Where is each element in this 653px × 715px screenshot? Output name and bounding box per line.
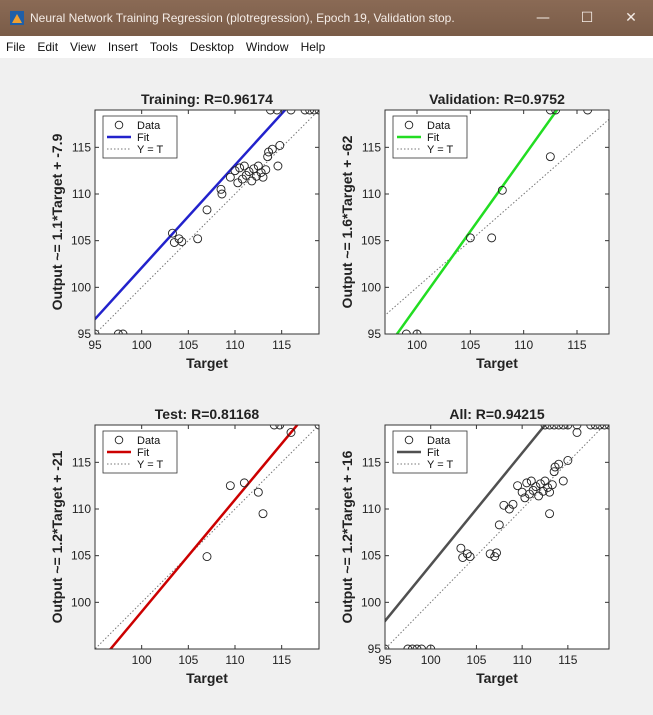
training-x-axis-label: Target xyxy=(186,355,228,371)
training-y-axis-label: Output ~= 1.1*Target + -7.9 xyxy=(49,133,65,310)
validation-x-tick-label: 115 xyxy=(567,338,586,352)
title-bar[interactable]: Neural Network Training Regression (plot… xyxy=(0,0,653,36)
validation-legend: DataFitY = T xyxy=(392,115,468,159)
validation-y-tick-label: 100 xyxy=(361,280,381,294)
test-x-tick-label: 115 xyxy=(272,653,291,667)
all-y-tick-label: 100 xyxy=(361,595,381,609)
validation-y-tick-label: 110 xyxy=(362,187,381,201)
training-legend-identity-label: Y = T xyxy=(137,144,163,156)
validation-y-tick-label: 105 xyxy=(361,234,381,248)
menu-view[interactable]: View xyxy=(64,40,102,54)
all-x-tick-label: 105 xyxy=(466,653,486,667)
validation-legend-identity-label: Y = T xyxy=(427,144,453,156)
test-x-tick-label: 105 xyxy=(178,653,198,667)
maximize-button[interactable]: ☐ xyxy=(565,0,609,36)
test-y-tick-label: 105 xyxy=(71,549,91,563)
all-y-tick-label: 105 xyxy=(361,549,381,563)
all-legend-data-label: Data xyxy=(427,435,451,447)
close-button[interactable]: ✕ xyxy=(609,0,653,36)
test-legend: DataFitY = T xyxy=(102,430,178,474)
test-x-tick-label: 100 xyxy=(132,653,152,667)
regression-plots: 95 100 105 110 115 95 100 105 110 115 Training: R=… xyxy=(49,91,610,686)
menu-desktop[interactable]: Desktop xyxy=(184,40,240,54)
all-x-tick-label: 110 xyxy=(513,653,532,667)
validation-plot: 100 105 110 115 95 100 105 110 115 Validation: R=… xyxy=(339,91,610,371)
test-y-tick-label: 100 xyxy=(71,595,91,609)
minimize-button[interactable]: — xyxy=(521,0,565,36)
training-y-tick-label: 115 xyxy=(72,140,91,154)
validation-x-axis-label: Target xyxy=(476,355,518,371)
all-y-tick-label: 110 xyxy=(362,502,381,516)
menu-file[interactable]: File xyxy=(0,40,31,54)
training-x-tick-label: 100 xyxy=(132,338,152,352)
all-x-tick-label: 115 xyxy=(558,653,577,667)
all-y-tick-label: 115 xyxy=(362,455,381,469)
all-y-axis-label: Output ~= 1.2*Target + -16 xyxy=(339,450,355,623)
training-legend-fit-label: Fit xyxy=(137,132,149,144)
test-y-tick-label: 115 xyxy=(72,455,91,469)
validation-y-axis-label: Output ~= 1.6*Target + -62 xyxy=(339,135,355,308)
training-x-tick-label: 115 xyxy=(272,338,291,352)
menu-help[interactable]: Help xyxy=(295,40,332,54)
all-plot: 95 100 105 110 11595100105110115All: R=0.942… xyxy=(339,406,610,686)
all-x-tick-label: 100 xyxy=(421,653,441,667)
training-y-tick-label: 110 xyxy=(72,187,91,201)
training-legend-data-label: Data xyxy=(137,120,161,132)
validation-x-tick-label: 105 xyxy=(460,338,480,352)
menu-tools[interactable]: Tools xyxy=(144,40,184,54)
menu-window[interactable]: Window xyxy=(240,40,295,54)
menu-insert[interactable]: Insert xyxy=(102,40,144,54)
training-plot: 95 100 105 110 11595100105110115Training: R=… xyxy=(49,91,320,371)
menu-edit[interactable]: Edit xyxy=(31,40,64,54)
test-legend-identity-label: Y = T xyxy=(137,459,163,471)
test-legend-fit-label: Fit xyxy=(137,447,149,459)
all-y-tick-label: 95 xyxy=(368,642,382,656)
matlab-figure-icon xyxy=(10,11,24,25)
training-x-tick-label: 105 xyxy=(178,338,198,352)
validation-y-tick-label: 95 xyxy=(368,327,382,341)
figure-canvas: 95 100 105 110 115 95 100 105 110 115 Training: R=… xyxy=(0,58,653,715)
training-x-tick-label: 110 xyxy=(225,338,244,352)
training-legend: DataFitY = T xyxy=(102,115,178,159)
training-y-tick-label: 100 xyxy=(71,280,91,294)
test-chart-title: Test: R=0.81168 xyxy=(155,406,260,422)
validation-chart-title: Validation: R=0.9752 xyxy=(429,91,565,107)
test-x-axis-label: Target xyxy=(186,670,228,686)
all-legend: DataFitY = T xyxy=(392,430,468,474)
menu-bar: File Edit View Insert Tools Desktop Wind… xyxy=(0,36,653,58)
validation-y-tick-label: 115 xyxy=(362,140,381,154)
all-x-axis-label: Target xyxy=(476,670,518,686)
test-legend-data-label: Data xyxy=(137,435,161,447)
all-chart-title: All: R=0.94215 xyxy=(449,406,545,422)
validation-x-tick-label: 110 xyxy=(514,338,533,352)
training-y-tick-label: 105 xyxy=(71,234,91,248)
all-legend-fit-label: Fit xyxy=(427,447,439,459)
test-y-axis-label: Output ~= 1.2*Target + -21 xyxy=(49,450,65,623)
all-legend-identity-label: Y = T xyxy=(427,459,453,471)
test-y-tick-label: 110 xyxy=(72,502,91,516)
test-x-tick-label: 110 xyxy=(225,653,244,667)
validation-legend-fit-label: Fit xyxy=(427,132,439,144)
training-y-tick-label: 95 xyxy=(78,327,92,341)
validation-x-tick-label: 100 xyxy=(407,338,427,352)
validation-legend-data-label: Data xyxy=(427,120,451,132)
training-chart-title: Training: R=0.96174 xyxy=(141,91,273,107)
test-plot: 100 105 110 115 100 105 110 115 Test: R=0.81168 T… xyxy=(49,406,320,686)
window-title: Neural Network Training Regression (plot… xyxy=(30,11,455,25)
